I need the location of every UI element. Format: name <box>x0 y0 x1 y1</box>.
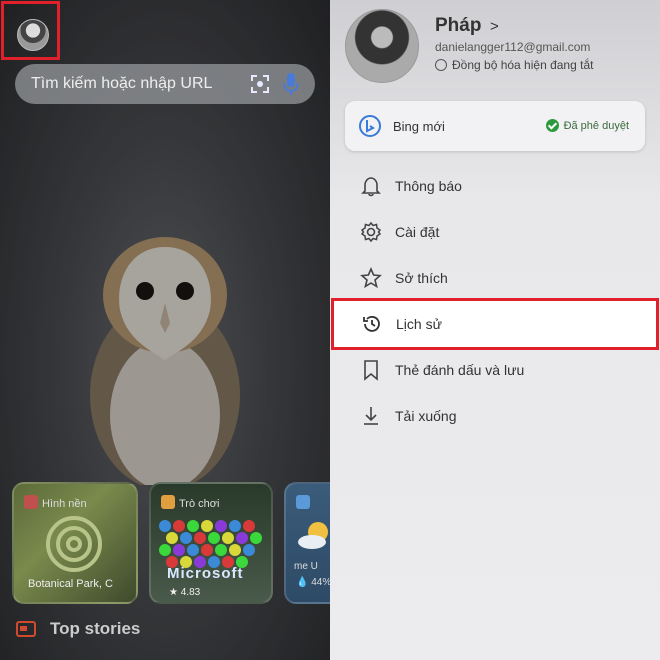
wallpaper-card[interactable]: Hình nền Botanical Park, C <box>12 482 138 604</box>
menu-item-label: Thẻ đánh dấu và lưu <box>395 362 525 378</box>
profile-name[interactable]: Pháp <box>435 15 481 37</box>
wallpaper-icon <box>24 495 38 509</box>
top-stories-label: Top stories <box>50 619 141 638</box>
menu-item-label: Thông báo <box>395 178 462 194</box>
menu-item-favorites[interactable]: Sở thích <box>330 255 660 301</box>
menu-item-notifications[interactable]: Thông báo <box>330 163 660 209</box>
game-rating: ★ 4.83 <box>169 587 201 598</box>
bing-card[interactable]: Bing mới Đã phê duyệt <box>345 101 645 151</box>
card-caption: Botanical Park, C <box>28 578 113 590</box>
news-icon <box>16 621 36 637</box>
menu-item-label: Sở thích <box>395 270 448 286</box>
sync-status-label: Đồng bộ hóa hiện đang tắt <box>452 58 594 72</box>
card-label: Trò chơi <box>179 498 220 510</box>
menu-item-downloads[interactable]: Tải xuống <box>330 393 660 439</box>
microphone-icon[interactable] <box>282 72 300 96</box>
top-stories-header[interactable]: Top stories <box>16 619 140 639</box>
humidity-value: 💧 44% <box>296 577 330 588</box>
bookmark-icon <box>364 360 378 381</box>
sun-cloud-icon <box>298 522 328 549</box>
approval-status: Đã phê duyệt <box>545 119 629 132</box>
menu-item-label: Lịch sử <box>396 316 442 332</box>
visual-search-icon[interactable] <box>250 74 270 94</box>
menu-item-label: Cài đặt <box>395 224 440 240</box>
gear-icon <box>360 221 382 243</box>
weather-card[interactable]: me U 💧 44% <box>284 482 330 604</box>
weather-icon <box>296 495 310 509</box>
bing-logo-icon <box>359 115 381 137</box>
search-bar[interactable]: Tìm kiếm hoặc nhập URL <box>15 64 315 104</box>
menu-item-history[interactable]: Lịch sử <box>331 298 659 350</box>
card-label: Hình nền <box>42 498 87 510</box>
profile-avatar[interactable] <box>345 9 419 83</box>
search-input[interactable]: Tìm kiếm hoặc nhập URL <box>31 75 212 93</box>
sync-status: Đồng bộ hóa hiện đang tắt <box>435 58 593 72</box>
menu-item-bookmarks[interactable]: Thẻ đánh dấu và lưu <box>330 347 660 393</box>
chevron-right-icon[interactable]: > <box>490 18 499 35</box>
browser-home-pane: Tìm kiếm hoặc nhập URL Hình nền Botanica… <box>0 0 330 660</box>
bell-icon <box>361 177 381 197</box>
maze-image <box>46 516 102 572</box>
download-icon <box>364 407 378 425</box>
avatar <box>17 19 49 51</box>
bing-label: Bing mới <box>393 119 445 134</box>
menu-item-label: Tải xuống <box>395 408 457 424</box>
history-icon <box>363 316 380 332</box>
games-icon <box>161 495 175 509</box>
profile-avatar-button[interactable] <box>1 1 60 60</box>
menu-item-settings[interactable]: Cài đặt <box>330 209 660 255</box>
games-card[interactable]: Trò chơi Microsoft ★ 4.83 <box>149 482 273 604</box>
profile-email: danielangger112@gmail.com <box>435 40 591 54</box>
check-circle-icon <box>545 119 559 132</box>
game-title: Microsoft <box>167 565 244 582</box>
star-icon <box>360 267 382 289</box>
approval-status-label: Đã phê duyệt <box>563 119 629 132</box>
feed-cards: Hình nền Botanical Park, C Trò chơi Micr… <box>12 482 330 604</box>
sync-icon <box>435 59 447 71</box>
profile-menu-pane: Pháp > danielangger112@gmail.com Đồng bộ… <box>330 0 660 660</box>
weather-text: me U <box>294 561 318 572</box>
